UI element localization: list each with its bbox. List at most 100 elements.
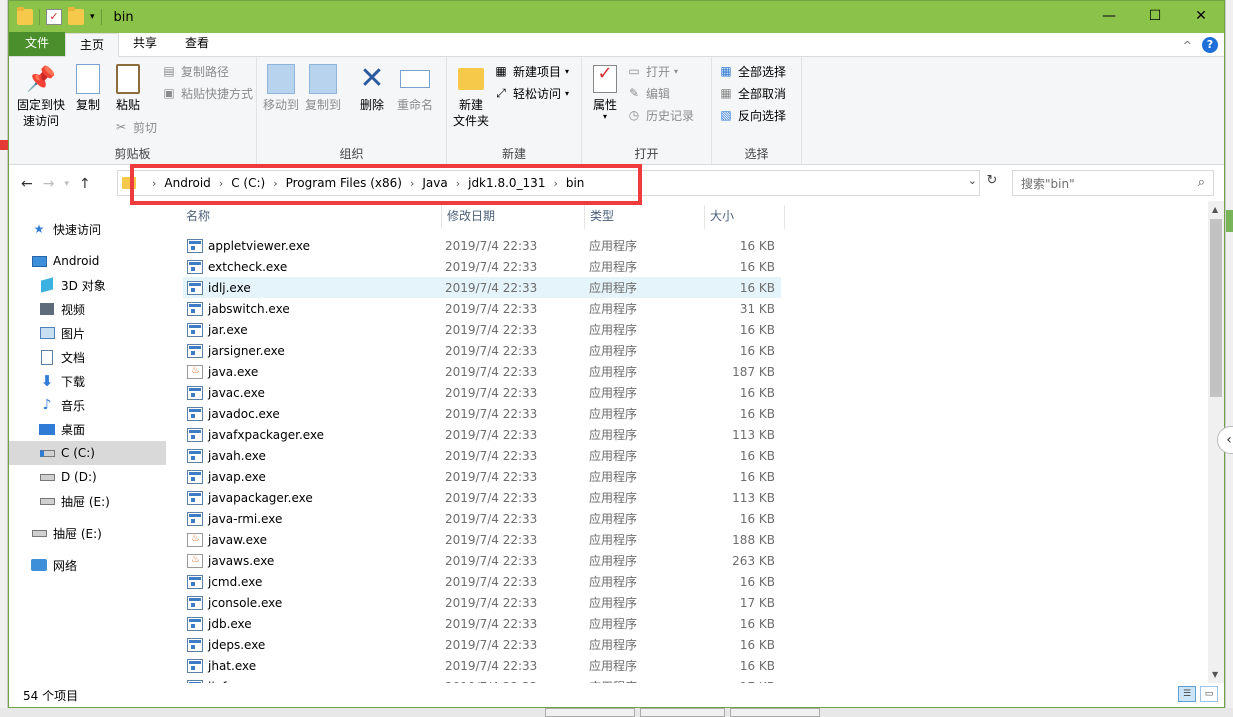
sidebar-item-documents[interactable]: 文档 <box>9 345 166 369</box>
copy-path-button[interactable]: ▤ 复制路径 <box>161 61 229 81</box>
crumb-program-files[interactable]: Program Files (x86) <box>286 176 402 190</box>
column-header-date[interactable]: 修改日期 <box>447 207 495 224</box>
paste-button[interactable]: 粘贴 <box>111 63 145 113</box>
table-row[interactable]: javafxpackager.exe 2019/7/4 22:33 应用程序 113 … <box>183 424 781 445</box>
table-row[interactable]: extcheck.exe 2019/7/4 22:33 应用程序 16 KB <box>183 256 781 277</box>
sidebar-item-quick-access[interactable]: ★ 快速访问 <box>9 217 166 241</box>
delete-button[interactable]: ✕ 删除 <box>355 63 389 113</box>
table-row[interactable]: jconsole.exe 2019/7/4 22:33 应用程序 17 KB <box>183 592 781 613</box>
rename-button[interactable]: 重命名 <box>395 63 435 113</box>
scroll-down-icon[interactable]: ▼ <box>1212 670 1218 679</box>
sidebar-item-3d-objects[interactable]: 3D 对象 <box>9 273 166 297</box>
properties-icon[interactable]: ✓ <box>46 9 62 25</box>
new-folder-icon[interactable] <box>68 7 84 25</box>
table-row[interactable]: idlj.exe 2019/7/4 22:33 应用程序 16 KB <box>183 277 781 298</box>
sidebar-item-d-drive[interactable]: D (D:) <box>9 465 166 489</box>
open-button[interactable]: ▭ 打开 ▾ <box>626 61 678 81</box>
paste-shortcut-button[interactable]: ▣ 粘贴快捷方式 <box>161 83 253 103</box>
table-row[interactable]: javap.exe 2019/7/4 22:33 应用程序 16 KB <box>183 466 781 487</box>
tab-home[interactable]: 主页 <box>65 33 120 57</box>
sidebar-item-c-drive[interactable]: C (C:) <box>9 441 166 465</box>
move-to-button[interactable]: 移动到 <box>261 63 301 113</box>
large-icons-view-icon[interactable]: ▭ <box>1200 686 1218 702</box>
cut-button[interactable]: ✂ 剪切 <box>113 117 157 137</box>
invert-selection-button[interactable]: ▧ 反向选择 <box>718 105 786 125</box>
tab-view[interactable]: 查看 <box>171 32 223 56</box>
minimize-button[interactable]: — <box>1086 1 1132 31</box>
scroll-up-icon[interactable]: ▲ <box>1212 205 1218 214</box>
pin-to-quick-access-button[interactable]: 📌 固定到快 速访问 <box>13 63 69 129</box>
table-row[interactable]: javaw.exe 2019/7/4 22:33 应用程序 188 KB <box>183 529 781 550</box>
copy-to-button[interactable]: 复制到 <box>303 63 343 113</box>
sidebar-item-downloads[interactable]: ⬇ 下载 <box>9 369 166 393</box>
table-row[interactable]: jarsigner.exe 2019/7/4 22:33 应用程序 16 KB <box>183 340 781 361</box>
new-item-button[interactable]: ▦ 新建项目 ▾ <box>493 61 569 81</box>
table-row[interactable]: jdeps.exe 2019/7/4 22:33 应用程序 16 KB <box>183 634 781 655</box>
history-button[interactable]: ◷ 历史记录 <box>626 105 694 125</box>
sidebar-item-desktop[interactable]: 桌面 <box>9 417 166 441</box>
chevron-down-icon[interactable]: ⌄ <box>968 174 977 187</box>
select-all-button[interactable]: ▦ 全部选择 <box>718 61 786 81</box>
table-row[interactable]: javah.exe 2019/7/4 22:33 应用程序 16 KB <box>183 445 781 466</box>
table-row[interactable]: appletviewer.exe 2019/7/4 22:33 应用程序 16 KB <box>183 235 781 256</box>
sidebar-item-music[interactable]: ♪ 音乐 <box>9 393 166 417</box>
sidebar-item-this-pc[interactable]: Android <box>9 249 166 273</box>
column-header-name[interactable]: 名称 <box>186 207 210 224</box>
edit-button[interactable]: ✎ 编辑 <box>626 83 670 103</box>
search-input[interactable]: 搜索"bin" ⌕ <box>1012 170 1214 196</box>
sidebar-item-e-drive[interactable]: 抽屉 (E:) <box>9 489 166 513</box>
collapse-ribbon-icon[interactable]: ^ <box>1183 39 1192 52</box>
search-icon[interactable]: ⌕ <box>1198 175 1205 190</box>
table-row[interactable]: javapackager.exe 2019/7/4 22:33 应用程序 113 KB <box>183 487 781 508</box>
maximize-button[interactable]: ☐ <box>1132 1 1178 31</box>
java-exe-icon <box>187 364 203 379</box>
table-row[interactable]: jdb.exe 2019/7/4 22:33 应用程序 16 KB <box>183 613 781 634</box>
chevron-right-icon[interactable]: › <box>410 177 414 190</box>
properties-button[interactable]: ✓ 属性 ▾ <box>586 63 624 121</box>
table-row[interactable]: jar.exe 2019/7/4 22:33 应用程序 16 KB <box>183 319 781 340</box>
chevron-right-icon[interactable]: › <box>456 177 460 190</box>
scrollbar-thumb[interactable] <box>1210 219 1222 397</box>
details-view-icon[interactable]: ☰ <box>1178 686 1196 702</box>
column-header-size[interactable]: 大小 <box>710 207 734 224</box>
sidebar-item-videos[interactable]: 视频 <box>9 297 166 321</box>
column-header-type[interactable]: 类型 <box>590 207 614 224</box>
chevron-right-icon[interactable]: › <box>219 177 223 190</box>
star-icon: ★ <box>33 222 45 236</box>
tab-share[interactable]: 共享 <box>119 32 171 56</box>
help-icon[interactable]: ? <box>1202 37 1218 53</box>
select-none-button[interactable]: ▦ 全部取消 <box>718 83 786 103</box>
customize-toolbar-button[interactable]: ▾ <box>90 12 95 22</box>
crumb-java[interactable]: Java <box>422 176 447 190</box>
close-button[interactable]: ✕ <box>1178 1 1224 31</box>
crumb-c-drive[interactable]: C (C:) <box>231 176 265 190</box>
tab-file[interactable]: 文件 <box>9 32 65 56</box>
copy-button[interactable]: 复制 <box>71 63 105 113</box>
chevron-right-icon[interactable]: › <box>553 177 557 190</box>
table-row[interactable]: java-rmi.exe 2019/7/4 22:33 应用程序 16 KB <box>183 508 781 529</box>
table-row[interactable]: jabswitch.exe 2019/7/4 22:33 应用程序 31 KB <box>183 298 781 319</box>
table-row[interactable]: java.exe 2019/7/4 22:33 应用程序 187 KB <box>183 361 781 382</box>
up-arrow-icon[interactable]: ↑ <box>79 176 91 192</box>
table-row[interactable]: jcmd.exe 2019/7/4 22:33 应用程序 16 KB <box>183 571 781 592</box>
address-bar[interactable]: › Android › C (C:) › Program Files (x86)… <box>117 170 980 196</box>
chevron-right-icon[interactable]: › <box>273 177 277 190</box>
back-arrow-icon[interactable]: ← <box>21 176 33 192</box>
sidebar-item-network[interactable]: 网络 <box>9 553 166 577</box>
table-row[interactable]: javadoc.exe 2019/7/4 22:33 应用程序 16 KB <box>183 403 781 424</box>
crumb-android[interactable]: Android <box>164 176 210 190</box>
sidebar-item-e-drive-root[interactable]: 抽屉 (E:) <box>9 521 166 545</box>
sidebar-item-pictures[interactable]: 图片 <box>9 321 166 345</box>
crumb-bin[interactable]: bin <box>566 176 585 190</box>
table-row[interactable]: javac.exe 2019/7/4 22:33 应用程序 16 KB <box>183 382 781 403</box>
forward-arrow-icon[interactable]: → <box>43 176 55 192</box>
crumb-jdk[interactable]: jdk1.8.0_131 <box>468 176 545 190</box>
refresh-icon[interactable]: ↻ <box>982 173 1002 193</box>
exe-file-icon <box>187 616 203 631</box>
recent-locations-icon[interactable]: ▾ <box>64 179 69 189</box>
table-row[interactable]: javaws.exe 2019/7/4 22:33 应用程序 263 KB <box>183 550 781 571</box>
table-row[interactable]: jinfo.exe2019/7/4 22:33应用程序17 KB <box>183 676 781 683</box>
easy-access-button[interactable]: ⤢ 轻松访问 ▾ <box>493 83 569 103</box>
new-folder-button[interactable]: 新建 文件夹 <box>451 63 491 129</box>
table-row[interactable]: jhat.exe 2019/7/4 22:33 应用程序 16 KB <box>183 655 781 676</box>
